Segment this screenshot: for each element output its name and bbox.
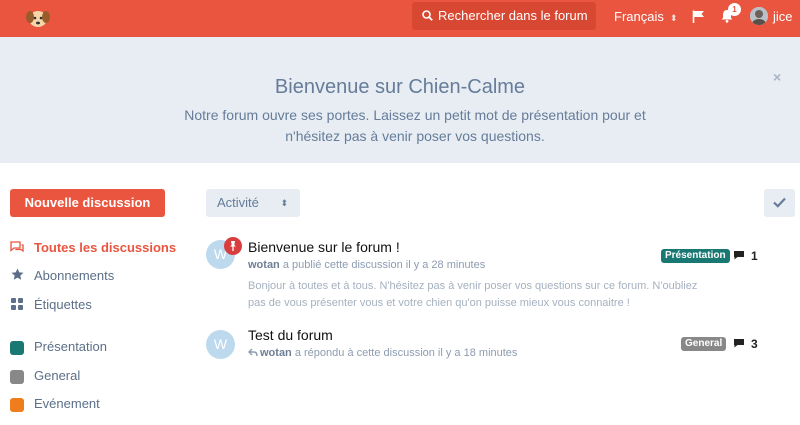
reply-count-value: 1 — [751, 249, 758, 263]
discussion-author[interactable]: wotan — [248, 259, 280, 271]
user-photo-icon — [750, 7, 768, 25]
discussion-excerpt: Bonjour à toutes et à tous. N'hésitez pa… — [248, 280, 698, 309]
tag-badge[interactable]: General — [681, 337, 727, 351]
tag-badge[interactable]: Présentation — [661, 249, 730, 263]
sidebar-tag-label: General — [34, 368, 81, 383]
sidebar-tag-label: Evénement — [34, 396, 100, 411]
sort-label: Activité — [217, 195, 259, 210]
sidebar-item-label: Abonnements — [34, 268, 115, 283]
reply-count[interactable]: 3 — [733, 337, 758, 351]
new-discussion-button[interactable]: Nouvelle discussion — [10, 189, 165, 217]
tag-color-swatch — [10, 369, 24, 384]
discussion-meta-text: a publié cette discussion il y a 28 minu… — [282, 259, 486, 271]
user-name[interactable]: jice — [773, 0, 793, 33]
avatar[interactable] — [750, 7, 768, 25]
search-placeholder: Rechercher dans le forum — [438, 8, 588, 23]
comment-icon — [734, 339, 744, 348]
sidebar-tag-general[interactable]: General — [10, 366, 80, 386]
sidebar-item-label: Toutes les discussions — [34, 240, 177, 255]
language-selector[interactable]: Français ⬍ — [614, 0, 677, 33]
discussion-meta: wotan a publié cette discussion il y a 2… — [248, 259, 485, 271]
discussion-meta: wotan a répondu à cette discussion il y … — [248, 347, 517, 359]
comments-icon — [10, 239, 24, 259]
sidebar-item-subscriptions[interactable]: Abonnements — [10, 266, 114, 286]
tag-color-swatch — [10, 397, 24, 412]
close-icon[interactable]: × — [773, 69, 781, 85]
star-icon — [10, 267, 24, 287]
discussion-author[interactable]: wotan — [260, 347, 292, 359]
top-header: Rechercher dans le forum Français ⬍ 1 jic… — [0, 0, 800, 37]
reply-count[interactable]: 1 — [733, 249, 758, 263]
notification-badge: 1 — [728, 3, 741, 16]
language-label: Français — [614, 9, 664, 24]
sidebar-tag-label: Présentation — [34, 339, 107, 354]
check-icon — [773, 198, 786, 209]
sidebar-item-all-discussions[interactable]: Toutes les discussions — [10, 238, 176, 258]
sort-caret-icon: ⬍ — [280, 198, 288, 208]
sort-caret-icon: ⬍ — [669, 13, 678, 23]
sidebar-tag-presentation[interactable]: Présentation — [10, 337, 107, 357]
welcome-hero: Bienvenue sur Chien-Calme Notre forum ou… — [0, 37, 800, 163]
discussion-title[interactable]: Test du forum — [248, 327, 333, 343]
mark-all-read-button[interactable] — [764, 189, 795, 217]
sidebar-tag-evenement[interactable]: Evénement — [10, 394, 100, 414]
hero-message: Notre forum ouvre ses portes. Laissez un… — [184, 107, 646, 144]
sort-dropdown[interactable]: Activité ⬍ — [206, 189, 300, 217]
discussion-meta-text: a répondu à cette discussion il y a 18 m… — [294, 347, 518, 359]
sidebar-item-label: Étiquettes — [34, 297, 92, 312]
reply-count-value: 3 — [751, 337, 758, 351]
search-icon — [422, 10, 433, 21]
tags-grid-icon — [10, 296, 24, 316]
search-input[interactable]: Rechercher dans le forum — [412, 2, 596, 30]
avatar[interactable]: W — [206, 330, 235, 359]
hero-title: Bienvenue sur Chien-Calme — [274, 76, 526, 98]
flag-icon[interactable] — [692, 10, 705, 23]
discussion-title[interactable]: Bienvenue sur le forum ! — [248, 239, 400, 255]
sidebar-item-tags[interactable]: Étiquettes — [10, 295, 92, 315]
comment-icon — [734, 251, 744, 260]
reply-arrow-icon — [248, 348, 258, 357]
tag-color-swatch — [10, 340, 24, 355]
dog-logo-icon[interactable] — [25, 6, 51, 30]
pin-icon — [224, 237, 242, 255]
